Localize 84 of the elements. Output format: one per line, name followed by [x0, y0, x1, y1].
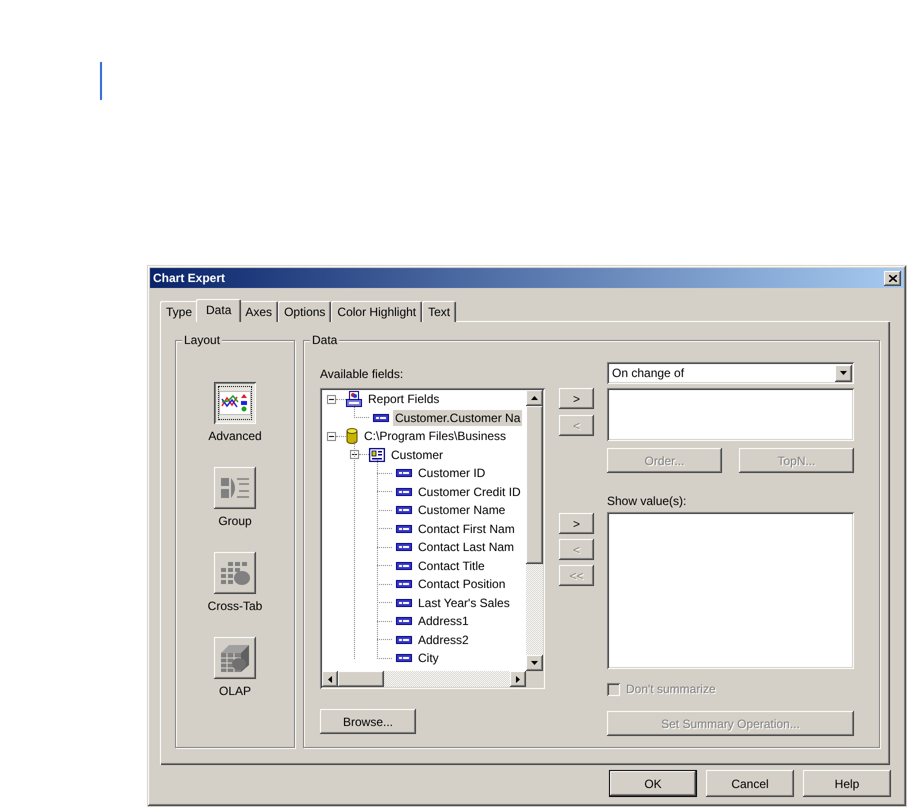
close-icon	[888, 274, 896, 282]
tree-item[interactable]: Report Fields	[366, 391, 442, 408]
field-label: Show value(s):	[607, 493, 688, 509]
group-label: Layout	[182, 333, 222, 347]
dialog-button[interactable]: Cancel	[706, 770, 794, 797]
field-icon	[396, 636, 412, 644]
tab[interactable]: Type	[160, 301, 198, 322]
tree-item[interactable]: Address2	[416, 632, 471, 648]
tree-item[interactable]: Customer	[389, 446, 446, 463]
tree-item[interactable]: Customer.Customer Na	[393, 410, 522, 426]
layout-button[interactable]	[214, 467, 256, 509]
olap-cube-icon	[219, 643, 251, 673]
layout-button[interactable]	[214, 637, 256, 679]
line-chart-icon	[219, 391, 251, 415]
field-icon	[396, 543, 412, 552]
dropdown-button[interactable]	[835, 364, 852, 382]
move-button[interactable]: >	[559, 513, 594, 534]
scrollbar-corner	[526, 671, 543, 687]
tree-item[interactable]: Contact Last Nam	[416, 539, 516, 556]
field-icon	[396, 506, 412, 514]
dialog-button[interactable]: OK	[609, 770, 697, 797]
arrow-left-icon	[328, 676, 332, 682]
field-icon	[396, 617, 412, 626]
table-icon	[369, 448, 385, 462]
tree-item[interactable]: Customer ID	[416, 465, 488, 482]
database-icon	[346, 428, 358, 444]
collapse-icon[interactable]	[327, 432, 336, 441]
scroll-thumb[interactable]	[338, 671, 384, 687]
field-icon	[396, 654, 412, 662]
layout-label: OLAP	[218, 684, 251, 698]
layout-label: Advanced	[208, 429, 262, 443]
tree-item[interactable]: Contact Title	[416, 558, 487, 574]
horizontal-scrollbar[interactable]	[322, 671, 526, 687]
tree-item[interactable]: Address1	[416, 613, 471, 630]
report-icon	[346, 391, 362, 408]
scroll-down-button[interactable]	[526, 655, 543, 671]
text-cursor	[100, 62, 102, 100]
tree-item[interactable]: City	[416, 650, 441, 666]
cross-tab-icon	[219, 559, 251, 587]
field-icon	[396, 580, 412, 588]
scroll-up-button[interactable]	[526, 390, 543, 406]
values-list[interactable]	[607, 512, 854, 669]
close-button[interactable]	[884, 270, 901, 286]
scroll-left-button[interactable]	[322, 671, 338, 687]
scroll-thumb[interactable]	[526, 406, 543, 564]
field-icon	[396, 469, 412, 478]
group-by-dropdown[interactable]: On change of	[607, 362, 854, 384]
checkbox-label: Don't summarize	[626, 682, 716, 696]
arrow-up-icon	[531, 396, 538, 400]
window-title: Chart Expert	[153, 271, 226, 285]
tab[interactable]: Data	[196, 299, 242, 322]
tab[interactable]: Options	[278, 301, 332, 322]
tree-item[interactable]: Customer Name	[416, 502, 508, 518]
browse-button[interactable]: Browse...	[320, 709, 416, 734]
field-icon	[396, 562, 412, 570]
group-list[interactable]	[607, 388, 854, 441]
layout-label: Cross-Tab	[208, 599, 262, 613]
field-icon	[396, 598, 412, 607]
tree-item[interactable]: Last Year's Sales	[416, 594, 512, 611]
tab[interactable]: Axes	[239, 301, 278, 322]
vertical-scrollbar[interactable]	[526, 390, 543, 671]
arrow-right-icon	[516, 676, 520, 682]
move-button[interactable]: >	[559, 388, 594, 409]
tab[interactable]: Text	[422, 301, 456, 322]
field-icon	[396, 524, 412, 533]
caret-icon	[840, 371, 847, 375]
layout-button[interactable]	[214, 382, 256, 424]
layout-label: Group	[218, 514, 252, 528]
tab[interactable]: Color Highlight	[331, 301, 422, 322]
layout-button[interactable]	[214, 552, 256, 594]
tree-item[interactable]: Contact First Nam	[416, 520, 517, 537]
tree-item[interactable]: C:\Program Files\Business	[362, 428, 508, 444]
fields-tree[interactable]	[320, 388, 545, 689]
scroll-right-button[interactable]	[510, 671, 526, 687]
dialog-button[interactable]: Help	[803, 770, 891, 797]
collapse-icon[interactable]	[350, 450, 359, 460]
arrow-down-icon	[531, 661, 538, 665]
collapse-icon[interactable]	[327, 394, 336, 404]
tree-item[interactable]: Customer Credit ID	[416, 484, 523, 500]
field-label: Available fields:	[320, 366, 404, 382]
field-icon	[396, 488, 412, 496]
field-icon	[373, 414, 389, 422]
group-label: Data	[310, 333, 340, 347]
tree-item[interactable]: Contact Position	[416, 576, 508, 592]
